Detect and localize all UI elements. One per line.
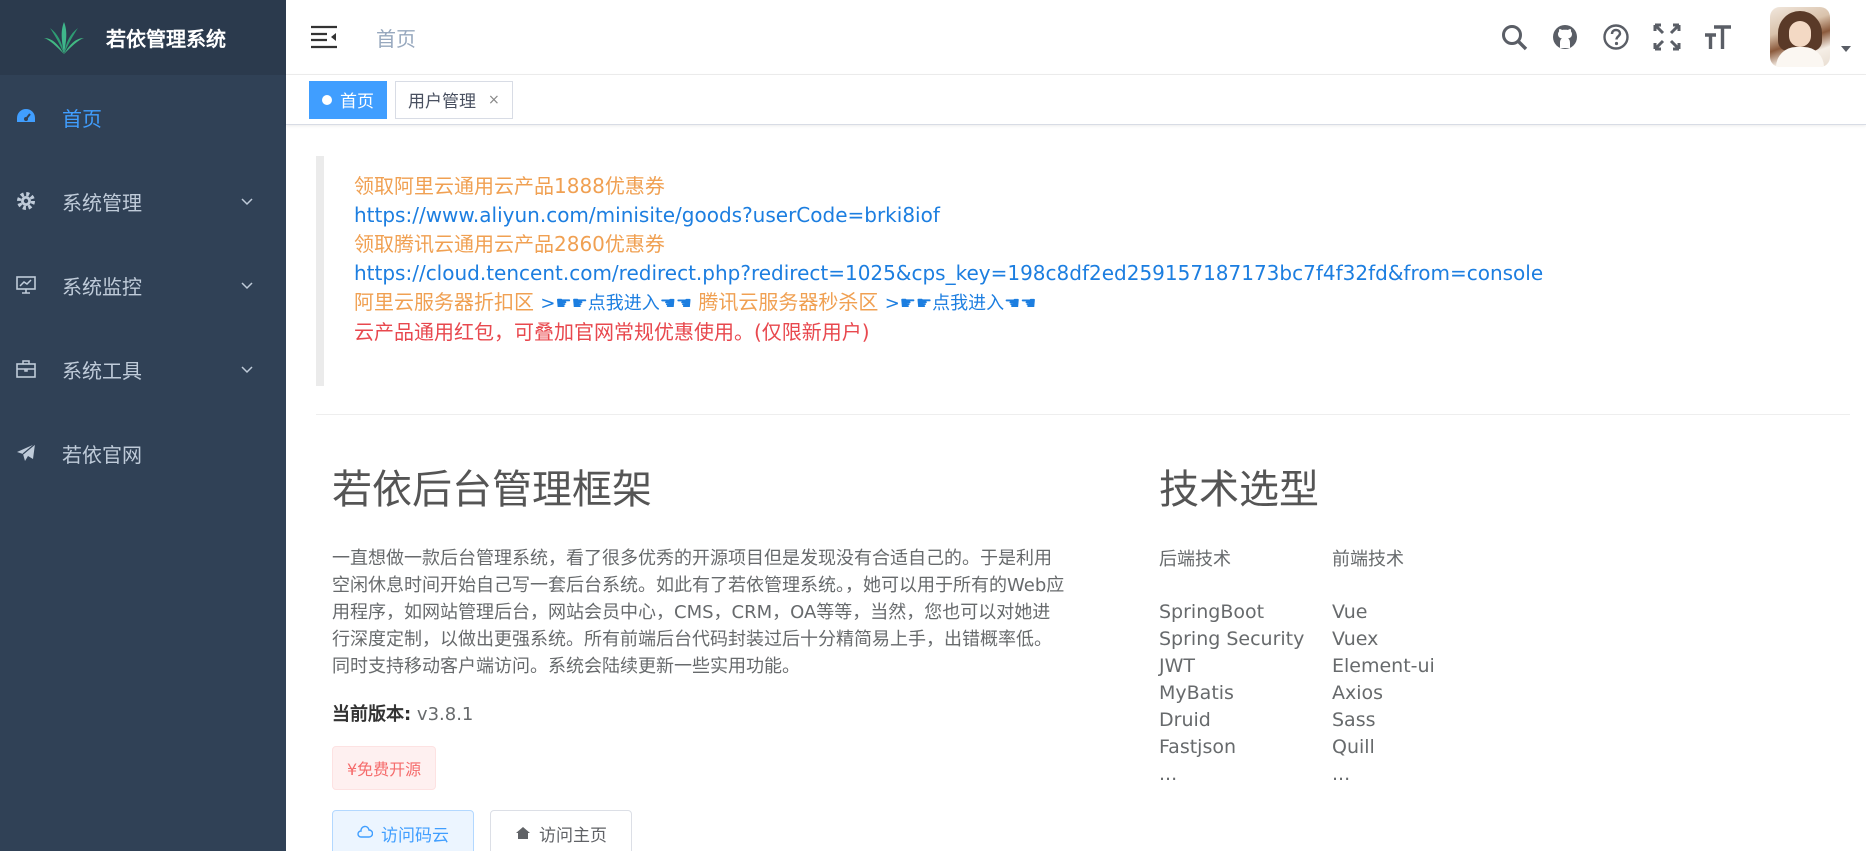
avatar[interactable]: [1770, 7, 1830, 67]
list-item: JWT: [1159, 655, 1195, 677]
monitor-icon: [14, 273, 38, 297]
chevron-down-icon: [241, 366, 253, 374]
list-item: Vuex: [1332, 628, 1379, 650]
sidebar: 若依管理系统 首页 系统管理 系统监控 系统工具 若依官网: [0, 0, 286, 851]
intro-section: 若依后台管理框架 一直想做一款后台管理系统，看了很多优秀的开源项目但是发现没有合…: [332, 455, 1092, 851]
list-item: Sass: [1332, 709, 1376, 731]
toolbox-icon: [14, 357, 38, 381]
tag-home[interactable]: 首页: [309, 80, 387, 119]
sidebar-item-monitor[interactable]: 系统监控: [0, 243, 286, 327]
search-icon[interactable]: [1499, 22, 1529, 52]
intro-description: 一直想做一款后台管理系统，看了很多优秀的开源项目但是发现没有合适自己的。于是利用…: [332, 548, 1065, 677]
list-item: Vue: [1332, 601, 1368, 623]
button-label: 访问主页: [539, 825, 607, 846]
tech-title: 技术选型: [1159, 467, 1319, 513]
dashboard-icon: [14, 105, 38, 129]
home-icon: [516, 827, 530, 839]
intro-title: 若依后台管理框架: [332, 467, 652, 513]
sidebar-item-label: 首页: [62, 106, 102, 131]
sidebar-item-label: 若依官网: [62, 442, 142, 467]
tags-view: 首页 用户管理 ×: [286, 75, 1866, 125]
promo-notice: 领取阿里云通用云产品1888优惠券 https://www.aliyun.com…: [316, 156, 1850, 386]
tag-label: 用户管理: [408, 92, 476, 112]
button-label: 访问码云: [381, 825, 449, 846]
close-icon[interactable]: ×: [488, 92, 500, 108]
github-icon[interactable]: [1550, 22, 1580, 52]
version-line: 当前版本: v3.8.1: [332, 700, 1092, 726]
list-item: ...: [1159, 763, 1178, 785]
fullscreen-icon[interactable]: [1652, 22, 1682, 52]
tencent-server-link[interactable]: >☛☛点我进入☚☚: [885, 293, 1037, 314]
promo-redpacket-text: 云产品通用红包，可叠加官网常规优惠使用。(仅限新用户): [354, 320, 870, 344]
list-item: MyBatis: [1159, 682, 1234, 704]
promo-aliyun-text: 领取阿里云通用云产品1888优惠券: [354, 174, 665, 198]
logo-icon: [44, 21, 84, 54]
aliyun-server-link[interactable]: >☛☛点我进入☚☚: [540, 293, 692, 314]
tag-label: 首页: [340, 92, 374, 112]
sidebar-item-system[interactable]: 系统管理: [0, 159, 286, 243]
tech-columns: 后端技术 SpringBoot Spring Security JWT MyBa…: [1159, 545, 1659, 788]
chevron-down-icon: [241, 282, 253, 290]
backend-header: 后端技术: [1159, 549, 1231, 570]
promo-tencent-text: 领取腾讯云通用云产品2860优惠券: [354, 232, 665, 256]
visit-gitee-button[interactable]: 访问码云: [332, 810, 474, 851]
list-item: SpringBoot: [1159, 601, 1265, 623]
font-size-icon[interactable]: [1703, 22, 1733, 52]
sidebar-item-home[interactable]: 首页: [0, 75, 286, 159]
list-item: Druid: [1159, 709, 1211, 731]
version-value: v3.8.1: [411, 704, 474, 725]
caret-down-icon[interactable]: [1840, 43, 1852, 55]
sidebar-item-website[interactable]: 若依官网: [0, 411, 286, 495]
active-dot-icon: [322, 94, 332, 105]
sidebar-logo[interactable]: 若依管理系统: [0, 0, 286, 75]
intro-buttons: 访问码云 访问主页: [332, 810, 1092, 851]
list-item: Quill: [1332, 736, 1375, 758]
right-menu: [1499, 0, 1866, 75]
tencent-server-label: 腾讯云服务器秒杀区: [692, 290, 885, 314]
divider: [316, 414, 1850, 415]
frontend-header: 前端技术: [1332, 549, 1404, 570]
navbar: 首页: [286, 0, 1866, 75]
tag-user-management[interactable]: 用户管理 ×: [395, 80, 513, 119]
list-item: Fastjson: [1159, 736, 1237, 758]
sidebar-item-label: 系统监控: [62, 274, 142, 299]
aliyun-server-label: 阿里云服务器折扣区: [354, 290, 541, 314]
sidebar-item-label: 系统管理: [62, 190, 142, 215]
promo-tencent-link[interactable]: https://cloud.tencent.com/redirect.php?r…: [354, 259, 1850, 288]
list-item: Spring Security: [1159, 628, 1305, 650]
promo-server-line: 阿里云服务器折扣区 >☛☛点我进入☚☚ 腾讯云服务器秒杀区 >☛☛点我进入☚☚: [354, 288, 1850, 318]
list-item: Axios: [1332, 682, 1384, 704]
send-icon: [14, 441, 38, 465]
sidebar-item-label: 系统工具: [62, 358, 142, 383]
hamburger-icon[interactable]: [310, 24, 338, 50]
list-item: ...: [1332, 763, 1351, 785]
sidebar-item-tools[interactable]: 系统工具: [0, 327, 286, 411]
gear-icon: [14, 189, 38, 213]
visit-home-button[interactable]: 访问主页: [490, 810, 632, 851]
main-content: 领取阿里云通用云产品1888优惠券 https://www.aliyun.com…: [316, 125, 1850, 851]
promo-aliyun-link[interactable]: https://www.aliyun.com/minisite/goods?us…: [354, 201, 1850, 230]
chevron-down-icon: [241, 198, 253, 206]
free-open-source-tag: ¥免费开源: [332, 746, 437, 790]
list-item: Element-ui: [1332, 655, 1435, 677]
tech-section: 技术选型 后端技术 SpringBoot Spring Security JWT…: [1159, 455, 1659, 788]
version-label: 当前版本:: [332, 704, 412, 725]
app-title: 若依管理系统: [106, 27, 226, 51]
sidebar-menu: 首页 系统管理 系统监控 系统工具 若依官网: [0, 75, 286, 495]
frontend-column: 前端技术 Vue Vuex Element-ui Axios Sass Quil…: [1332, 545, 1505, 788]
backend-column: 后端技术 SpringBoot Spring Security JWT MyBa…: [1159, 545, 1332, 788]
help-icon[interactable]: [1601, 22, 1631, 52]
breadcrumb: 首页: [376, 26, 416, 51]
cloud-icon: [357, 825, 373, 838]
